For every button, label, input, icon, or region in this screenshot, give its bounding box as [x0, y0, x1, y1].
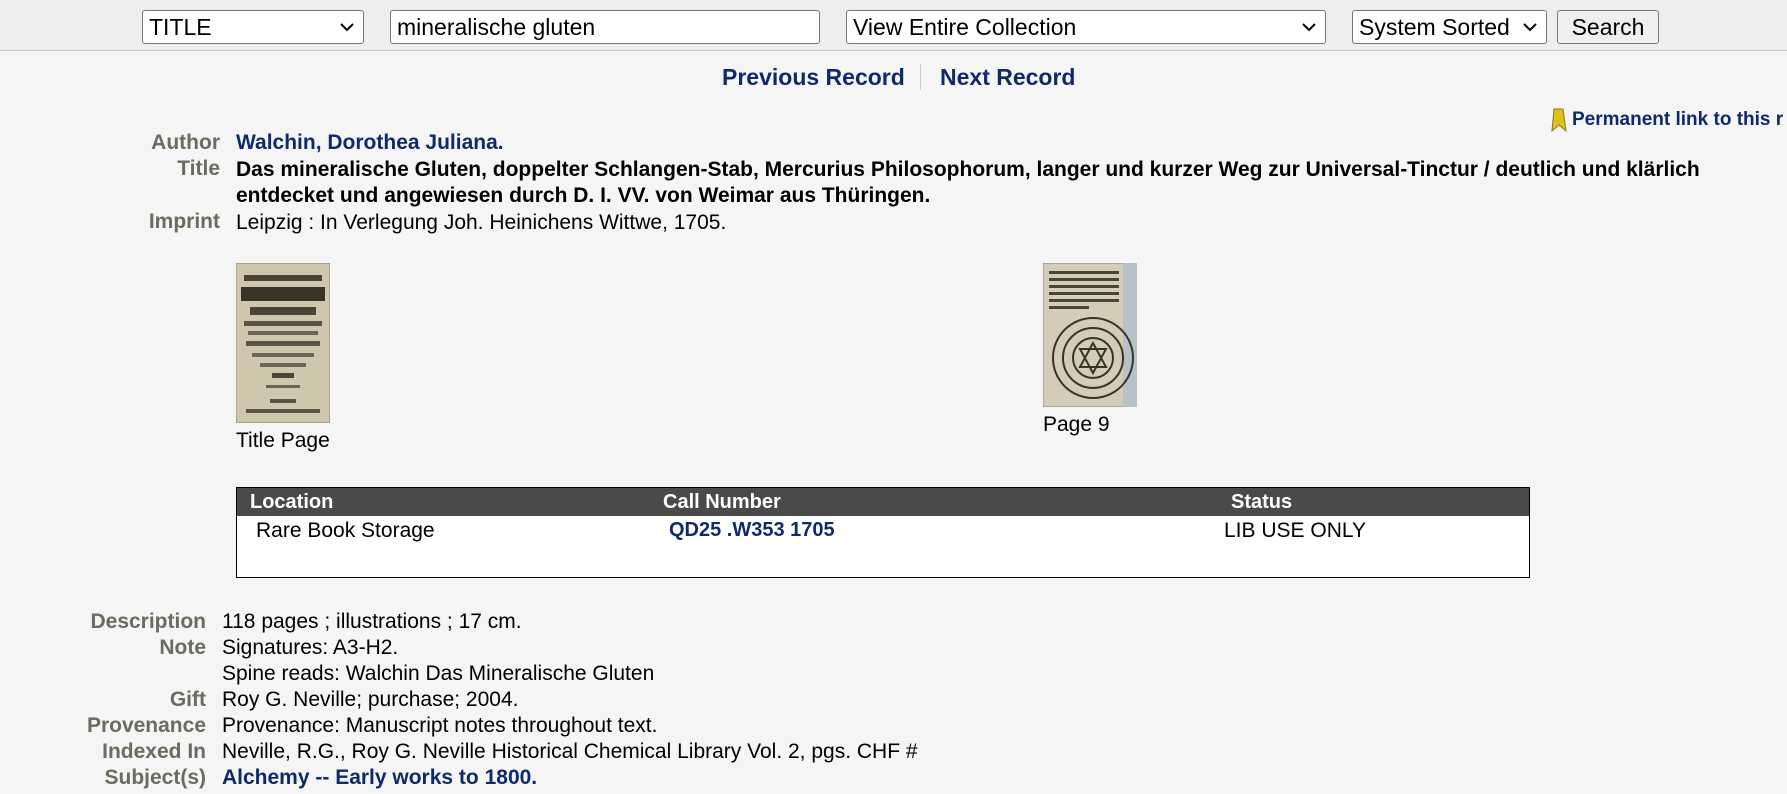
page-9-thumbnail[interactable]: [1043, 263, 1137, 407]
record-navigation: Previous Record Next Record: [0, 60, 1787, 94]
description-value: 118 pages ; illustrations ; 17 cm.: [222, 610, 522, 633]
note-value-2: Spine reads: Walchin Das Mineralische Gl…: [222, 662, 655, 685]
imprint-label: Imprint: [148, 210, 220, 233]
provenance-label: Provenance: [86, 714, 206, 737]
title-page-thumbnail[interactable]: [236, 263, 330, 423]
holdings-table: Location Call Number Status Rare Book St…: [236, 487, 1530, 578]
call-number-header: Call Number: [650, 487, 1218, 516]
chevron-down-icon: [1523, 23, 1537, 32]
chevron-down-icon: [340, 23, 354, 32]
title-line-1: Das mineralische Gluten, doppelter Schla…: [236, 158, 1700, 181]
previous-record-link[interactable]: Previous Record: [722, 60, 905, 94]
table-row: Rare Book Storage QD25 .W353 1705 LIB US…: [237, 516, 1530, 578]
search-field-select[interactable]: TITLE: [142, 10, 364, 44]
call-number-link[interactable]: QD25 .W353 1705: [650, 516, 1218, 578]
indexed-in-value: Neville, R.G., Roy G. Neville Historical…: [222, 740, 918, 763]
imprint-value: Leipzig : In Verlegung Joh. Heinichens W…: [236, 211, 727, 234]
title-page-caption: Title Page: [236, 429, 330, 452]
search-button[interactable]: Search: [1557, 10, 1659, 44]
bookmark-icon: [1551, 108, 1567, 133]
description-label: Description: [90, 610, 206, 633]
author-link[interactable]: Walchin, Dorothea Juliana.: [236, 130, 504, 156]
chevron-down-icon: [1302, 23, 1316, 32]
subject-link[interactable]: Alchemy -- Early works to 1800.: [222, 765, 537, 791]
page-9-caption: Page 9: [1043, 413, 1110, 436]
provenance-value: Provenance: Manuscript notes throughout …: [222, 714, 658, 737]
next-record-link[interactable]: Next Record: [940, 60, 1075, 94]
status-header: Status: [1218, 487, 1530, 516]
author-label: Author: [151, 131, 220, 154]
note-value-1: Signatures: A3-H2.: [222, 636, 399, 659]
location-header: Location: [236, 487, 650, 516]
title-line-2: entdecket und angewiesen durch D. I. VV.…: [236, 184, 931, 207]
status-cell: LIB USE ONLY: [1224, 519, 1366, 542]
indexed-in-label: Indexed In: [102, 740, 206, 763]
note-label: Note: [159, 636, 206, 659]
subjects-label: Subject(s): [104, 766, 206, 789]
gift-value: Roy G. Neville; purchase; 2004.: [222, 688, 519, 711]
location-cell: Rare Book Storage: [256, 519, 435, 542]
permanent-link[interactable]: Permanent link to this r: [1548, 107, 1783, 133]
title-label: Title: [177, 157, 220, 180]
collection-select[interactable]: View Entire Collection: [846, 10, 1326, 44]
search-bar: TITLE mineralische gluten View Entire Co…: [0, 0, 1787, 51]
search-input[interactable]: mineralische gluten: [390, 10, 820, 44]
gift-label: Gift: [169, 688, 206, 711]
sort-select[interactable]: System Sorted: [1352, 10, 1547, 44]
nav-divider: [920, 64, 921, 90]
